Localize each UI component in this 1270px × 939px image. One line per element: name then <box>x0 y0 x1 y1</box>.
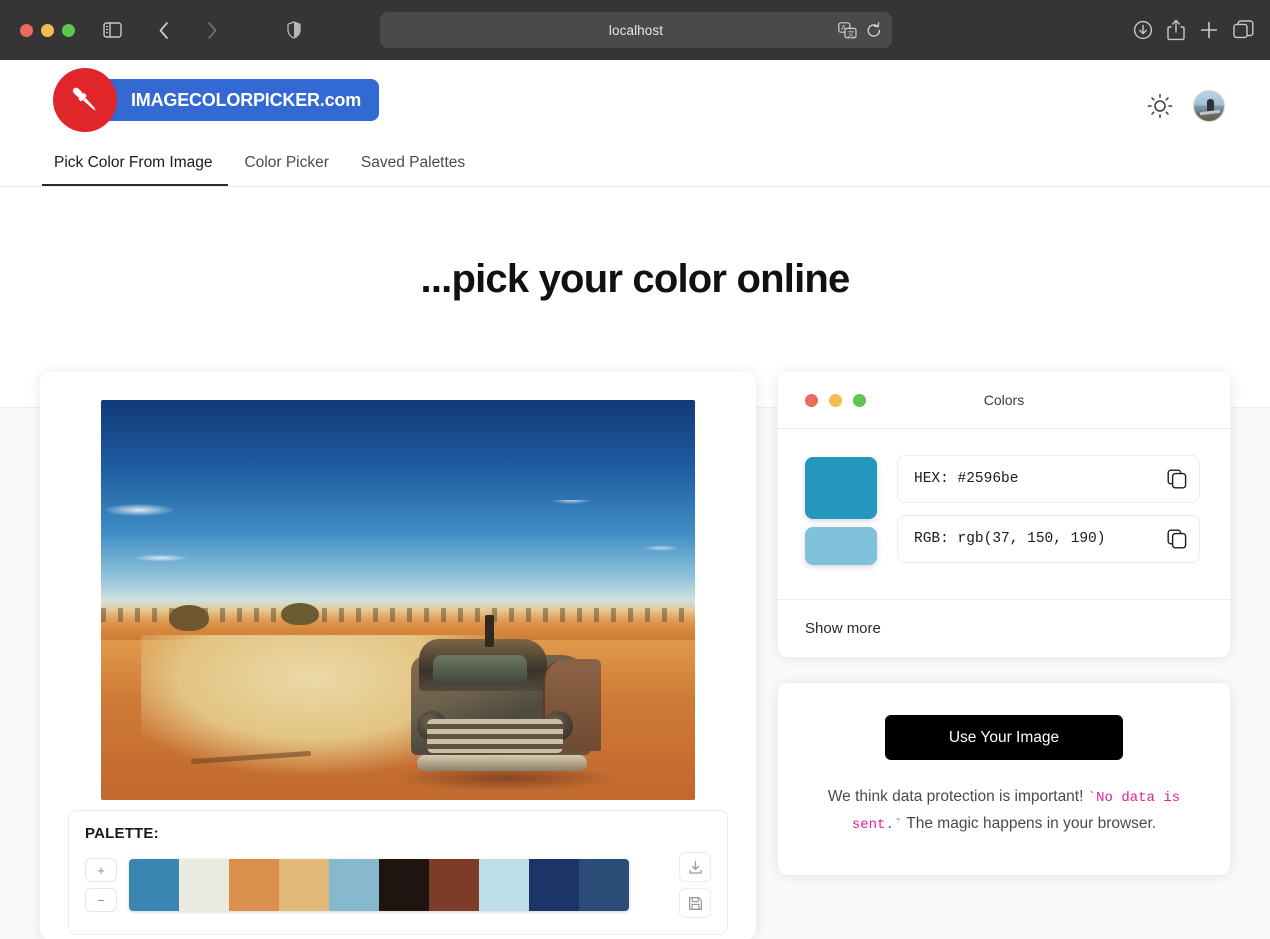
plus-icon[interactable] <box>1199 20 1219 40</box>
palette-swatch[interactable] <box>329 859 379 911</box>
tab-saved-palettes[interactable]: Saved Palettes <box>345 154 481 186</box>
close-window-button[interactable] <box>20 23 33 37</box>
translate-icon[interactable]: A 文 <box>838 21 857 39</box>
page-title: ...pick your color online <box>420 257 851 301</box>
rgb-label: RGB: <box>914 531 949 547</box>
colors-panel-title: Colors <box>983 392 1025 408</box>
copy-icon[interactable] <box>1167 529 1187 549</box>
image-car-pipe <box>485 615 494 647</box>
save-floppy-icon[interactable] <box>679 888 711 918</box>
forward-arrow-icon[interactable] <box>197 15 227 45</box>
palette-swatch[interactable] <box>129 859 179 911</box>
use-image-panel: Use Your Image We think data protection … <box>778 683 1230 876</box>
browser-toolbar: localhost A 文 <box>0 0 1270 60</box>
avatar[interactable] <box>1193 90 1225 122</box>
palette-swatch[interactable] <box>179 859 229 911</box>
copy-icon[interactable] <box>1167 469 1187 489</box>
palette-swatch[interactable] <box>279 859 329 911</box>
image-car-bumper <box>417 755 587 771</box>
privacy-prefix: We think data protection is important! <box>827 788 1088 805</box>
palette-section: PALETTE: + − <box>68 810 728 935</box>
palette-label: PALETTE: <box>85 825 159 842</box>
palette-increase-button[interactable]: + <box>85 858 117 882</box>
tab-overview-icon[interactable] <box>1233 20 1254 40</box>
svg-text:文: 文 <box>847 28 854 37</box>
rgb-value: rgb(37, 150, 190) <box>957 531 1106 547</box>
rgb-field[interactable]: RGB: rgb(37, 150, 190) <box>897 515 1200 563</box>
source-image[interactable] <box>101 400 695 800</box>
site-logo[interactable]: IMAGECOLORPICKER.com <box>53 68 380 132</box>
palette-swatch[interactable] <box>379 859 429 911</box>
secondary-color-chip[interactable] <box>805 527 877 565</box>
image-car-grille <box>427 719 563 753</box>
palette-swatch[interactable] <box>479 859 529 911</box>
reload-icon[interactable] <box>866 21 882 39</box>
sun-icon[interactable] <box>1147 93 1173 119</box>
sidebar-icon[interactable] <box>97 15 127 45</box>
image-clouds <box>101 500 695 590</box>
image-tree <box>169 605 209 631</box>
palette-decrease-button[interactable]: − <box>85 888 117 912</box>
show-more-button[interactable]: Show more <box>778 599 1230 657</box>
back-arrow-icon[interactable] <box>149 15 179 45</box>
main-content: PALETTE: + − Colors HEX: #2596be RGB: rg… <box>0 372 1270 939</box>
tab-pick-color-from-image[interactable]: Pick Color From Image <box>42 154 229 186</box>
side-column: Colors HEX: #2596be RGB: rgb(37, 150, 19… <box>778 372 1230 876</box>
colors-panel-titlebar: Colors <box>778 372 1230 429</box>
palette-swatch[interactable] <box>529 859 579 911</box>
address-bar[interactable]: localhost A 文 <box>380 12 892 48</box>
palette-swatches[interactable] <box>129 859 629 911</box>
privacy-shield-icon[interactable] <box>279 15 309 45</box>
image-tree <box>281 603 319 625</box>
image-car-window <box>433 655 527 685</box>
hero-section: ...pick your color online <box>0 187 1270 372</box>
privacy-note: We think data protection is important! `… <box>808 784 1200 837</box>
site-logo-text: IMAGECOLORPICKER.com <box>97 79 380 121</box>
share-icon[interactable] <box>1167 19 1185 41</box>
url-text: localhost <box>608 22 664 38</box>
palette-stepper: + − <box>85 858 117 912</box>
use-your-image-button[interactable]: Use Your Image <box>885 715 1123 760</box>
colors-panel: Colors HEX: #2596be RGB: rgb(37, 150, 19… <box>778 372 1230 657</box>
hex-field[interactable]: HEX: #2596be <box>897 455 1200 503</box>
download-icon[interactable] <box>679 852 711 882</box>
palette-swatch[interactable] <box>229 859 279 911</box>
tab-color-picker[interactable]: Color Picker <box>228 154 344 186</box>
site-header: IMAGECOLORPICKER.com Pick Color From Ima… <box>0 60 1270 187</box>
image-panel: PALETTE: + − <box>40 372 756 939</box>
window-traffic-lights[interactable] <box>20 23 75 37</box>
hex-value: #2596be <box>957 471 1019 487</box>
minimize-window-button[interactable] <box>41 23 54 37</box>
downloads-icon[interactable] <box>1133 20 1153 40</box>
selected-color-chip[interactable] <box>805 457 877 519</box>
primary-tabs: Pick Color From Image Color Picker Saved… <box>42 154 481 186</box>
palette-swatch[interactable] <box>429 859 479 911</box>
maximize-window-button[interactable] <box>62 23 75 37</box>
palette-swatch[interactable] <box>579 859 629 911</box>
image-car-wreck <box>393 615 623 791</box>
hex-label: HEX: <box>914 471 949 487</box>
color-chips <box>805 455 877 565</box>
page-content: IMAGECOLORPICKER.com Pick Color From Ima… <box>0 60 1270 939</box>
privacy-suffix: The magic happens in your browser. <box>902 814 1157 832</box>
eyedropper-icon <box>53 68 117 132</box>
